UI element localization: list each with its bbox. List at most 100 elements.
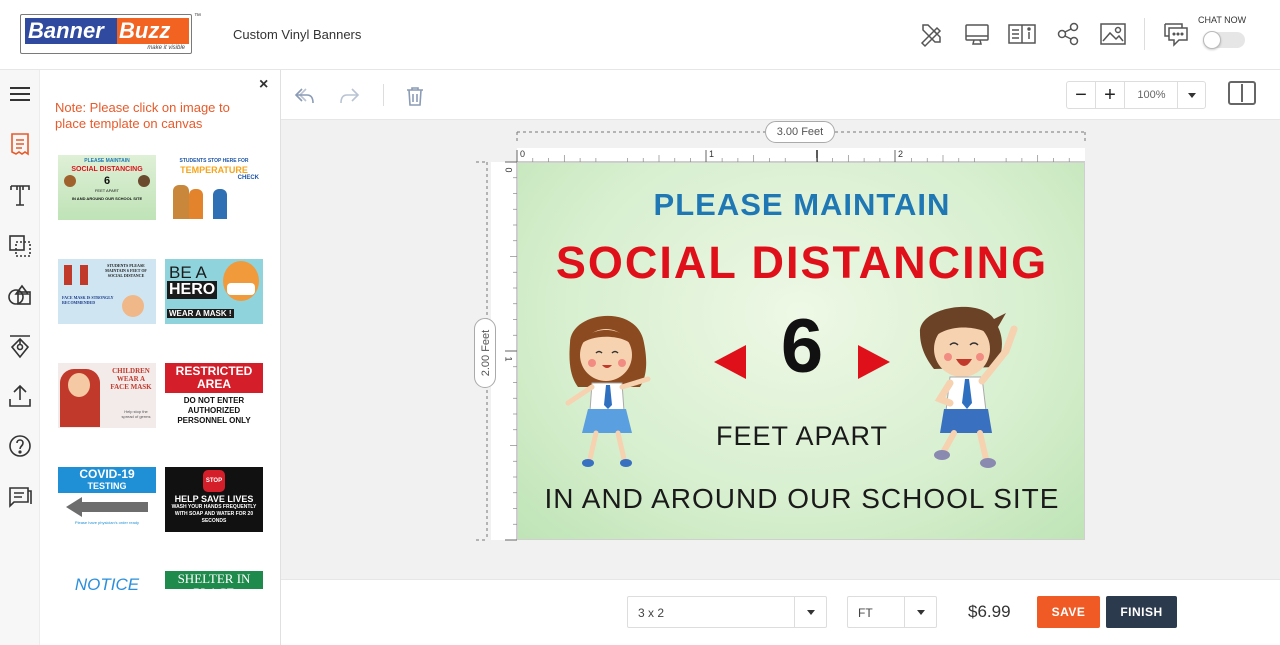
arrow-right-icon[interactable] — [858, 345, 890, 379]
ruler-tick-label: 0 — [503, 167, 514, 173]
unit-dropdown-button[interactable] — [904, 597, 936, 627]
template-thumb-shelter-in-place[interactable]: SHELTER IN PLACE — [165, 571, 263, 589]
logo-tagline: make it visible — [147, 45, 185, 51]
face-icon — [68, 373, 90, 397]
template-text: TEMPERATURE — [180, 165, 248, 175]
text-icon[interactable] — [6, 181, 34, 209]
student-figure-icon — [64, 265, 72, 285]
zoom-value[interactable]: 100% — [1126, 82, 1178, 108]
ruler-tick-label: 0 — [520, 149, 526, 159]
logo-part1: Banner — [25, 18, 117, 44]
editor-toolbar: − + 100% — [281, 70, 1280, 120]
mask-icon — [227, 283, 255, 295]
trademark-symbol: ™ — [194, 13, 201, 20]
template-thumb-be-a-hero[interactable]: BE A HERO WEAR A MASK ! — [165, 259, 263, 324]
template-text: NOTICE — [74, 575, 140, 594]
height-dimension-label: 2.00 Feet — [480, 329, 492, 377]
arrow-left-icon — [66, 496, 148, 518]
design-tools-icon[interactable] — [917, 20, 945, 48]
close-panel-button[interactable]: × — [259, 76, 268, 94]
template-thumb-help-save-lives[interactable]: STOP HELP SAVE LIVES WASH YOUR HANDS FRE… — [165, 467, 263, 532]
person-icon — [213, 189, 227, 219]
chat-icon[interactable] — [1160, 20, 1188, 48]
templates-icon[interactable] — [6, 130, 34, 158]
girl-illustration-icon[interactable] — [558, 303, 668, 478]
boy-illustration-icon[interactable] — [910, 299, 1050, 479]
template-thumb-student-distance[interactable]: STUDENTS PLEASE MAINTAIN 6 FEET OF SOCIA… — [58, 259, 156, 324]
size-dropdown-button[interactable] — [794, 597, 826, 627]
banner-artboard[interactable]: PLEASE MAINTAIN SOCIAL DISTANCING 6 FEET… — [517, 162, 1085, 540]
template-text: Please have physician's order ready — [74, 520, 140, 525]
child-figure-icon — [64, 175, 76, 187]
clipart-icon[interactable] — [6, 332, 34, 360]
help-icon[interactable] — [6, 432, 34, 460]
template-text: HELP SAVE LIVES — [174, 494, 254, 504]
banner-line-4[interactable]: IN AND AROUND OUR SCHOOL SITE — [518, 483, 1084, 515]
template-thumb-notice[interactable]: NOTICE — [58, 571, 156, 601]
template-text: PLEASE MAINTAIN — [84, 158, 130, 164]
product-name: Custom Vinyl Banners — [233, 27, 362, 42]
template-text: STUDENTS PLEASE MAINTAIN 6 FEET OF SOCIA… — [105, 263, 147, 278]
template-text: COVID-19 — [79, 467, 135, 481]
template-thumb-social-distancing[interactable]: PLEASE MAINTAIN SOCIAL DISTANCING 6 FEET… — [58, 155, 156, 220]
guide-book-icon[interactable] — [1007, 20, 1036, 48]
unit-select[interactable]: FT — [847, 596, 937, 628]
chevron-down-icon — [806, 610, 815, 615]
template-text: SHELTER IN PLACE — [177, 571, 251, 590]
chat-toggle-knob — [1203, 31, 1221, 49]
template-text: WASH YOUR HANDS FREQUENTLY WITH SOAP AND… — [171, 504, 257, 524]
notes-icon[interactable] — [6, 482, 34, 510]
image-icon[interactable] — [1098, 20, 1126, 48]
template-text: CHECK — [237, 175, 259, 181]
person-icon — [173, 185, 189, 219]
brand-logo[interactable]: Banner Buzz make it visible — [20, 14, 192, 54]
stop-sign-icon: STOP — [203, 470, 225, 492]
chevron-down-icon — [916, 610, 925, 615]
banner-line-1[interactable]: PLEASE MAINTAIN — [518, 187, 1084, 223]
template-text: TESTING — [87, 481, 127, 491]
child-figure-icon — [138, 175, 150, 187]
template-thumb-temperature-check[interactable]: STUDENTS STOP HERE FOR TEMPERATURE CHECK — [165, 155, 263, 220]
size-select[interactable]: 3 x 2 — [627, 596, 827, 628]
preview-monitor-icon[interactable] — [963, 20, 991, 48]
zoom-dropdown[interactable] — [1178, 82, 1206, 108]
template-thumb-restricted-area[interactable]: RESTRICTED AREA DO NOT ENTER AUTHORIZED … — [165, 363, 263, 428]
chevron-down-icon — [1188, 93, 1196, 98]
zoom-in-button[interactable]: + — [1096, 82, 1125, 108]
split-view-toggle-icon[interactable] — [1228, 81, 1256, 105]
top-header: Banner Buzz make it visible ™ Custom Vin… — [0, 0, 1280, 70]
undo-icon[interactable] — [293, 84, 317, 108]
template-text: WEAR A MASK ! — [167, 309, 234, 318]
zoom-out-button[interactable]: − — [1067, 82, 1096, 108]
template-text: Help stop the spread of germs — [121, 409, 151, 419]
template-thumb-covid-testing[interactable]: COVID-19 TESTING Please have physician's… — [58, 467, 156, 532]
menu-icon[interactable] — [6, 80, 34, 108]
shapes-icon[interactable] — [6, 282, 34, 310]
share-icon[interactable] — [1054, 20, 1082, 48]
finish-button[interactable]: FINISH — [1106, 596, 1177, 628]
ruler-tick-label: 1 — [503, 356, 514, 362]
template-text: DO NOT ENTER AUTHORIZED PERSONNEL ONLY — [177, 396, 251, 425]
upload-icon[interactable] — [6, 382, 34, 410]
height-dimension-badge: 2.00 Feet — [474, 318, 496, 388]
price-value: $6.99 — [968, 602, 1011, 621]
template-text: IN AND AROUND OUR SCHOOL SITE — [71, 196, 143, 201]
template-text: SOCIAL DISTANCING — [71, 166, 143, 173]
size-value: 3 x 2 — [638, 606, 665, 620]
template-text: HERO — [167, 281, 218, 299]
person-icon — [189, 189, 203, 219]
masked-child-icon — [122, 295, 144, 317]
delete-icon[interactable] — [403, 84, 427, 108]
template-text: RESTRICTED AREA — [165, 363, 263, 393]
template-note: Note: Please click on image to place tem… — [55, 100, 230, 131]
save-button[interactable]: SAVE — [1037, 596, 1100, 628]
redo-icon[interactable] — [337, 84, 361, 108]
template-text: STUDENTS STOP HERE FOR — [179, 158, 249, 164]
chat-toggle[interactable] — [1203, 31, 1245, 49]
template-thumb-children-face-mask[interactable]: CHILDREN WEAR A FACE MASK Help stop the … — [58, 363, 156, 428]
arrow-left-icon[interactable] — [714, 345, 746, 379]
ruler-tick-label: 2 — [898, 149, 904, 159]
toolbar-divider — [383, 84, 384, 106]
banner-line-2[interactable]: SOCIAL DISTANCING — [518, 237, 1084, 289]
layers-icon[interactable] — [6, 232, 34, 260]
